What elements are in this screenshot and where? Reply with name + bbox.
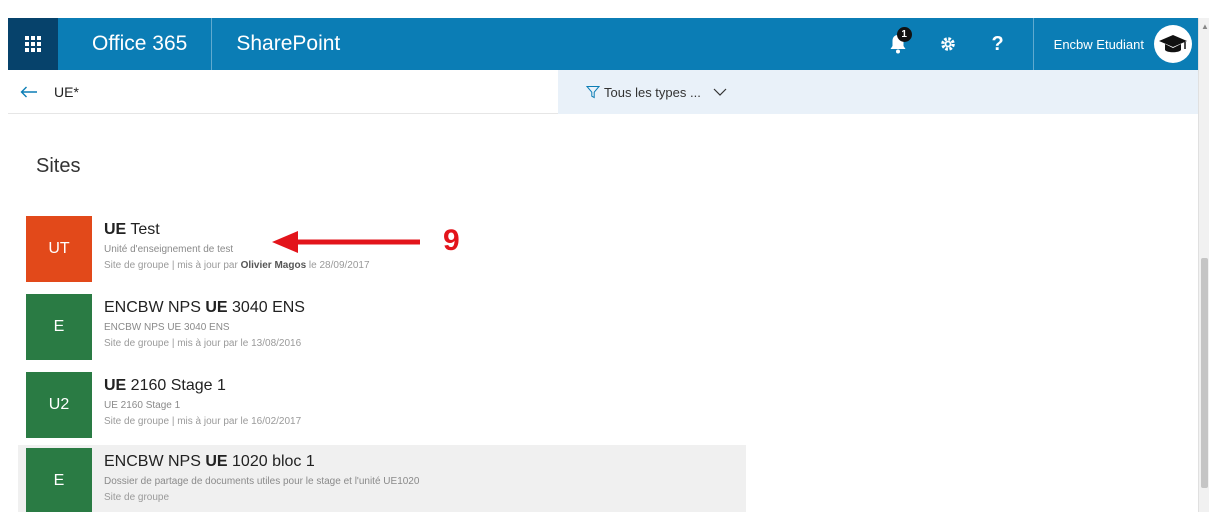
- search-input[interactable]: UE*: [54, 84, 79, 100]
- user-menu[interactable]: Encbw Etudiant: [1032, 18, 1202, 70]
- sharepoint-window: Office 365 SharePoint 1 ? Encbw Etudiant: [0, 0, 1209, 512]
- site-result[interactable]: E ENCBW NPS UE 3040 ENS ENCBW NPS UE 304…: [18, 291, 746, 365]
- site-title[interactable]: ENCBW NPS UE 3040 ENS: [104, 298, 305, 318]
- notifications-button[interactable]: 1: [873, 18, 923, 70]
- graduation-cap-icon: [1159, 35, 1187, 53]
- filter-icon: [586, 85, 600, 99]
- site-title[interactable]: UE 2160 Stage 1: [104, 376, 301, 396]
- avatar: [1154, 25, 1192, 63]
- waffle-icon: [25, 36, 41, 52]
- suite-bar: Office 365 SharePoint 1 ? Encbw Etudiant: [8, 18, 1202, 70]
- type-filter-dropdown[interactable]: Tous les types ...: [558, 70, 1198, 114]
- chevron-down-icon: [713, 88, 727, 96]
- site-tile: U2: [26, 372, 92, 438]
- filter-label: Tous les types ...: [604, 84, 701, 100]
- search-bar: UE* Tous les types ...: [8, 70, 1198, 114]
- site-tile: E: [26, 294, 92, 360]
- gear-icon: [940, 37, 955, 51]
- settings-button[interactable]: [923, 18, 973, 70]
- back-button[interactable]: [20, 86, 42, 98]
- sharepoint-link[interactable]: SharePoint: [212, 18, 364, 70]
- site-tile: E: [26, 448, 92, 512]
- back-arrow-icon: [20, 86, 37, 97]
- site-description: ENCBW NPS UE 3040 ENS: [104, 322, 230, 333]
- site-info: Site de groupe: [104, 492, 170, 503]
- site-description: Dossier de partage de documents utiles p…: [104, 476, 420, 487]
- annotation-number: 9: [443, 224, 460, 257]
- site-title[interactable]: ENCBW NPS UE 1020 bloc 1: [104, 452, 419, 472]
- scroll-thumb[interactable]: [1201, 258, 1208, 488]
- site-description: UE 2160 Stage 1: [104, 400, 181, 411]
- site-info: Site de groupe | mis à jour par le 16/02…: [104, 416, 302, 427]
- site-info: Site de groupe | mis à jour par Olivier …: [104, 260, 370, 271]
- site-tile: UT: [26, 216, 92, 282]
- help-button[interactable]: ?: [973, 18, 1023, 70]
- app-launcher-button[interactable]: [8, 18, 58, 70]
- annotation-arrow-icon: [272, 231, 420, 253]
- site-result[interactable]: U2 UE 2160 Stage 1 UE 2160 Stage 1 Site …: [18, 369, 746, 443]
- site-result[interactable]: E ENCBW NPS UE 1020 bloc 1 Dossier de pa…: [18, 445, 746, 512]
- user-name: Encbw Etudiant: [1053, 36, 1144, 52]
- site-info: Site de groupe | mis à jour par le 13/08…: [104, 338, 302, 349]
- sites-heading: Sites: [36, 155, 81, 177]
- office365-link[interactable]: Office 365: [58, 18, 213, 70]
- notification-count-badge: 1: [896, 27, 912, 42]
- scroll-up-icon[interactable]: ▲: [1201, 22, 1209, 31]
- page-scrollbar[interactable]: ▲: [1198, 18, 1209, 512]
- search-box: UE*: [8, 70, 558, 114]
